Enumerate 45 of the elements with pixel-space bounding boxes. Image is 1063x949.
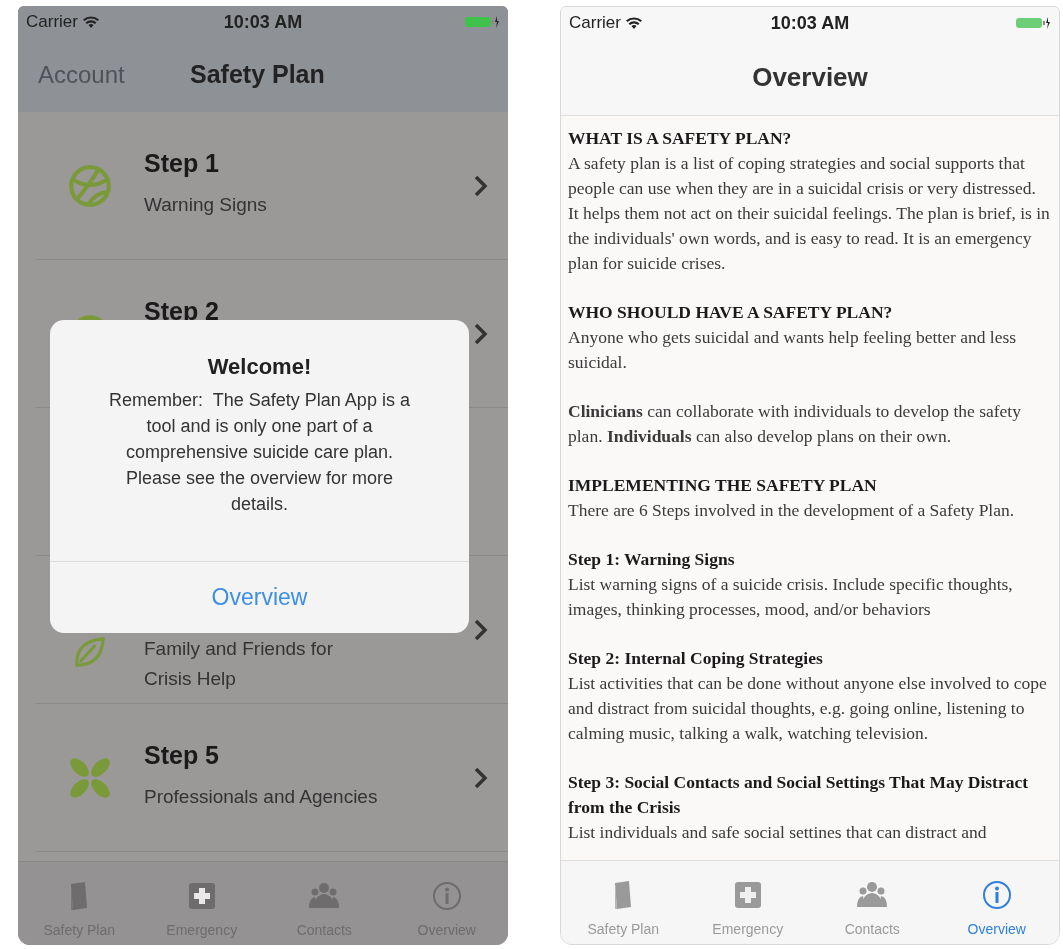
- section-heading: Step 3: Social Contacts and Social Settings That May Distract from the Crisis: [568, 771, 1030, 819]
- paragraph: List warning signs of a suicide crisis. Include specific thoughts, images, thinking processes, mood, and/or behaviors: [568, 573, 1014, 621]
- time-label: 10:03 AM: [223, 10, 303, 34]
- step-title: Step 5: [144, 740, 221, 770]
- step-title: Step 2: [144, 296, 221, 326]
- time-label: 10:03 AM: [770, 11, 850, 35]
- battery-icon: [1015, 16, 1051, 30]
- step-title: Step 1: [144, 148, 221, 178]
- carrier-label: Carrier: [569, 12, 621, 35]
- tab[interactable]: Contacts: [810, 861, 935, 944]
- chevron-icon: [474, 322, 488, 345]
- section-heading: WHAT IS A SAFETY PLAN?: [568, 127, 793, 150]
- section-heading: Step 2: Internal Coping Strategies: [568, 647, 824, 670]
- paragraph: Anyone who gets suicidal and wants help feeling better and less suicidal.: [568, 326, 1018, 374]
- paragraph: List activities that can be done without anyone else involved to cope and distract from suicidal thoughts, e.g. going online, listening to calming music, talking a walk, watching television.: [568, 672, 1048, 745]
- step-subtitle: Professionals and Agencies: [144, 785, 379, 809]
- chevron-icon: [474, 766, 488, 789]
- paragraph: There are 6 Steps involved in the development of a Safety Plan.: [568, 499, 1016, 522]
- back-button[interactable]: Account: [38, 57, 125, 93]
- section-heading: Step 1: Warning Signs: [568, 548, 736, 571]
- battery-icon: [464, 15, 500, 29]
- paragraph: A safety plan is a list of coping strategies and social supports that people can use when they are in a suicidal crisis or very distressed. It helps them not act on their suicidal feelings. The plan is brief, is in the individuals' own words, and is easy to read. It is an emergency plan for suicide crises.: [568, 152, 1051, 275]
- info-icon: [980, 879, 1013, 911]
- tab[interactable]: Overview: [934, 861, 1059, 944]
- paragraph: List individuals and safe social settines that can distract and: [568, 821, 988, 844]
- leaf-icon: [73, 634, 107, 669]
- paragraph: Clinicians can collaborate with individuals to develop the safety plan. Individuals can also develop plans on their own.: [568, 400, 1022, 448]
- wifi-icon: [624, 16, 643, 30]
- step-subtitle: Warning Signs: [144, 193, 268, 217]
- globe-icon: [67, 162, 113, 209]
- alert-message: Remember: The Safety Plan App is a tool and is only one part of a comprehensive suicide care plan. Please see the overview for more details.: [108, 389, 411, 516]
- screen-title: Overview: [752, 60, 868, 94]
- step-subtitle: Family and Friends for Crisis Help: [144, 637, 334, 691]
- tab[interactable]: Emergency: [685, 861, 810, 944]
- chevron-icon: [474, 618, 488, 641]
- overview-button[interactable]: Overview: [50, 561, 469, 633]
- section-heading: WHO SHOULD HAVE A SAFETY PLAN?: [568, 301, 894, 324]
- chevron-icon: [474, 174, 488, 197]
- tab[interactable]: Safety Plan: [561, 861, 686, 944]
- info-icon: [430, 880, 463, 912]
- wifi-icon: [81, 15, 100, 29]
- screen-title: Safety Plan: [190, 59, 325, 91]
- carrier-label: Carrier: [26, 11, 78, 34]
- section-heading: IMPLEMENTING THE SAFETY PLAN: [568, 474, 878, 497]
- alert-title: Welcome!: [207, 353, 312, 381]
